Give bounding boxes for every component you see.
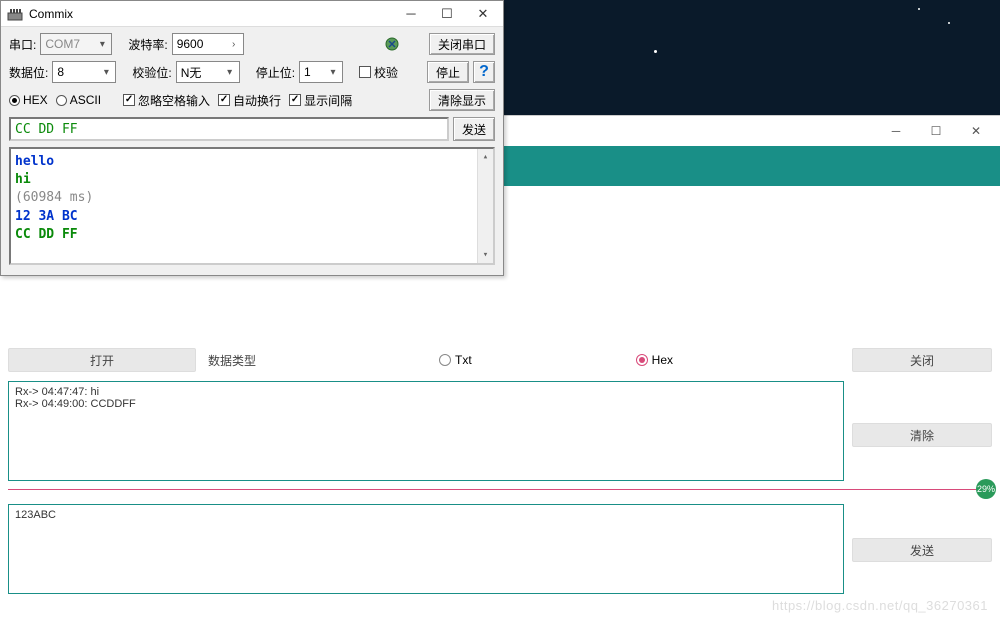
bg-window-titlebar: ─ ☐ ✕: [504, 116, 1000, 146]
commix-title: Commix: [29, 7, 393, 21]
show-gap-checkbox[interactable]: 显示间隔: [289, 92, 352, 109]
auto-wrap-checkbox[interactable]: 自动换行: [218, 92, 281, 109]
send-button-bottom[interactable]: 发送: [852, 538, 992, 562]
clear-display-button[interactable]: 清除显示: [429, 89, 495, 111]
log-area[interactable]: hellohi(60984 ms)12 3A BCCC DD FF ▴ ▾: [9, 147, 495, 265]
databits-label: 数据位:: [9, 64, 48, 81]
stopbits-label: 停止位:: [256, 64, 295, 81]
databits-row: 数据位: 8 ▾ 校验位: N无 ▾ 停止位: 1 ▾ 校验 停止: [9, 61, 495, 83]
checkbox-icon: [218, 94, 230, 106]
stopbits-combo[interactable]: 1 ▾: [299, 61, 343, 83]
port-combo[interactable]: COM7 ▾: [40, 33, 112, 55]
radio-icon: [9, 95, 20, 106]
chevron-down-icon: ▾: [95, 39, 109, 50]
chevron-right-icon: ›: [227, 39, 241, 50]
open-button[interactable]: 打开: [8, 348, 196, 372]
chevron-down-icon: ▾: [326, 67, 340, 78]
port-row: 串口: COM7 ▾ 波特率: 9600 › 关闭串口: [9, 33, 495, 55]
checkbox-icon: [359, 66, 371, 78]
baud-label: 波特率:: [128, 36, 167, 53]
hex-radio[interactable]: HEX: [9, 93, 48, 107]
stop-button[interactable]: 停止: [427, 61, 469, 83]
tx-value: 123ABC: [15, 509, 56, 521]
star-icon: [918, 8, 920, 10]
ascii-radio[interactable]: ASCII: [56, 93, 101, 107]
log-line: 12 3A BC: [15, 208, 489, 226]
txt-radio[interactable]: Txt: [439, 353, 472, 367]
scroll-up-icon[interactable]: ▴: [478, 149, 493, 165]
commix-app-icon: [7, 7, 23, 21]
close-button[interactable]: ✕: [465, 3, 501, 25]
scrollbar[interactable]: ▴ ▾: [477, 149, 493, 263]
settings-icon[interactable]: [383, 35, 401, 53]
commix-body: 串口: COM7 ▾ 波特率: 9600 › 关闭串口 数据位: 8 ▾: [1, 27, 503, 275]
star-icon: [948, 22, 950, 24]
send-row: 发送: [9, 117, 495, 141]
bg-window-toolbar: [504, 146, 1000, 186]
parity-combo[interactable]: N无 ▾: [176, 61, 240, 83]
databits-combo[interactable]: 8 ▾: [52, 61, 116, 83]
log-line: CC DD FF: [15, 226, 489, 244]
progress-badge: 29%: [976, 479, 996, 499]
bg-close-button[interactable]: ✕: [956, 118, 996, 144]
radio-icon: [56, 95, 67, 106]
commix-window: Commix ─ ☐ ✕ 串口: COM7 ▾ 波特率: 9600 › 关闭串口: [0, 0, 504, 276]
chevron-down-icon: ▾: [99, 67, 113, 78]
log-line: hi: [15, 171, 489, 189]
commix-titlebar[interactable]: Commix ─ ☐ ✕: [1, 1, 503, 27]
rx-line: Rx-> 04:47:47: hi: [15, 386, 837, 398]
format-row: HEX ASCII 忽略空格输入 自动换行 显示间隔 清除显示: [9, 89, 495, 111]
bg-maximize-button[interactable]: ☐: [916, 118, 956, 144]
clear-button[interactable]: 清除: [852, 423, 992, 447]
desktop-background: [504, 0, 1000, 125]
bg-minimize-button[interactable]: ─: [876, 118, 916, 144]
background-window: ─ ☐ ✕: [504, 115, 1000, 195]
separator: 29%: [8, 489, 992, 490]
tx-textarea[interactable]: 123ABC: [8, 504, 844, 594]
serial-monitor-panel: 打开 数据类型 Txt Hex Rx-> 04:47:47: hiRx-> 04…: [8, 345, 992, 594]
control-row: 打开 数据类型 Txt Hex: [8, 345, 844, 375]
maximize-button[interactable]: ☐: [429, 3, 465, 25]
ignore-space-checkbox[interactable]: 忽略空格输入: [123, 92, 210, 109]
checkbox-icon: [289, 94, 301, 106]
checkbox-icon: [123, 94, 135, 106]
port-label: 串口:: [9, 36, 36, 53]
radio-icon: [439, 354, 451, 366]
log-line: hello: [15, 153, 489, 171]
baud-combo[interactable]: 9600 ›: [172, 33, 244, 55]
rx-line: Rx-> 04:49:00: CCDDFF: [15, 398, 837, 410]
watermark: https://blog.csdn.net/qq_36270361: [772, 598, 988, 613]
chevron-down-icon: ▾: [223, 67, 237, 78]
minimize-button[interactable]: ─: [393, 3, 429, 25]
check-checkbox[interactable]: 校验: [359, 64, 398, 81]
star-icon: [654, 50, 657, 53]
rx-textarea[interactable]: Rx-> 04:47:47: hiRx-> 04:49:00: CCDDFF: [8, 381, 844, 481]
send-input[interactable]: [9, 117, 449, 141]
parity-label: 校验位:: [132, 64, 171, 81]
close-port-button[interactable]: 关闭串口: [429, 33, 495, 55]
close-button-bottom[interactable]: 关闭: [852, 348, 992, 372]
scroll-down-icon[interactable]: ▾: [478, 247, 493, 263]
radio-icon: [636, 354, 648, 366]
send-button[interactable]: 发送: [453, 117, 495, 141]
data-type-label: 数据类型: [208, 352, 256, 369]
hex-radio-bottom[interactable]: Hex: [636, 353, 673, 367]
help-button[interactable]: ?: [473, 61, 495, 83]
log-line: (60984 ms): [15, 189, 489, 207]
